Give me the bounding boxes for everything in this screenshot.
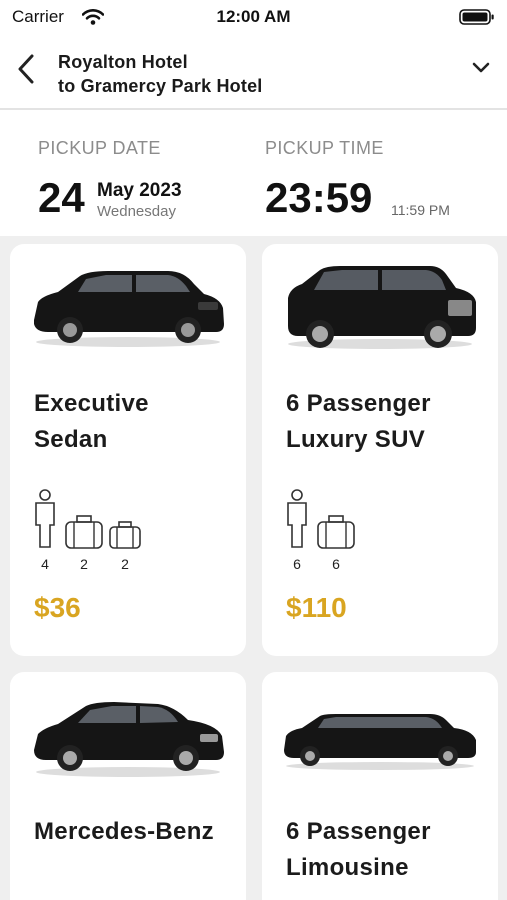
vehicle-card-executive-sedan[interactable]: Executive Sedan 4 2 2 $36 <box>10 244 246 656</box>
vehicle-name: Mercedes-Benz <box>34 818 214 845</box>
pickup-weekday: Wednesday <box>97 203 176 220</box>
vehicle-price: $36 <box>34 592 81 623</box>
vehicle-card-mercedes-benz[interactable]: Mercedes-Benz <box>10 672 246 900</box>
pickup-day[interactable]: 24 <box>38 174 85 222</box>
chevron-left-icon <box>18 54 34 84</box>
person-icon <box>35 489 55 548</box>
mercedes-car-image <box>34 702 224 777</box>
route-title: Royalton Hotel to Gramercy Park Hotel <box>58 50 262 98</box>
vehicle-card-limousine[interactable]: 6 Passenger Limousine <box>262 672 498 900</box>
pickup-time[interactable]: 23:59 <box>265 174 372 222</box>
person-icon <box>287 489 307 548</box>
small-luggage-icon <box>109 521 141 549</box>
vehicle-card-luxury-suv[interactable]: 6 Passenger Luxury SUV 6 6 $110 <box>262 244 498 656</box>
status-time: 12:00 AM <box>216 7 291 26</box>
pickup-info: PICKUP DATE 24 May 2023 Wednesday PICKUP… <box>0 112 507 236</box>
limousine-car-image <box>284 714 476 770</box>
large-luggage-icon <box>65 515 103 549</box>
large-bag-capacity: 6 <box>316 515 356 572</box>
pickup-time-12h: 11:59 PM <box>391 202 450 218</box>
back-button[interactable] <box>12 52 40 86</box>
vehicle-grid: Executive Sedan 4 2 2 $36 6 Passenger Lu… <box>0 236 507 900</box>
expand-route-button[interactable] <box>469 56 493 80</box>
battery-icon <box>459 9 494 25</box>
pickup-month-year[interactable]: May 2023 <box>97 180 182 202</box>
chevron-down-icon <box>472 62 490 73</box>
suv-car-image <box>288 266 476 349</box>
route-header: Royalton Hotel to Gramercy Park Hotel <box>0 36 507 110</box>
route-from: Royalton Hotel <box>58 52 188 72</box>
route-to: to Gramercy Park Hotel <box>58 76 263 96</box>
passenger-capacity: 6 <box>284 489 310 572</box>
large-bag-capacity: 2 <box>64 515 104 572</box>
vehicle-name: Executive Sedan <box>34 390 149 453</box>
pickup-date-label: PICKUP DATE <box>38 138 161 158</box>
sedan-car-image <box>34 271 224 347</box>
status-bar: Carrier 12:00 AM <box>0 0 507 36</box>
vehicle-name: 6 Passenger Limousine <box>286 818 431 881</box>
large-luggage-icon <box>317 515 355 549</box>
passenger-capacity: 4 <box>32 489 58 572</box>
vehicle-price: $110 <box>286 592 347 623</box>
small-bag-capacity: 2 <box>108 521 142 572</box>
vehicle-name: 6 Passenger Luxury SUV <box>286 390 431 453</box>
pickup-time-label: PICKUP TIME <box>265 138 384 158</box>
